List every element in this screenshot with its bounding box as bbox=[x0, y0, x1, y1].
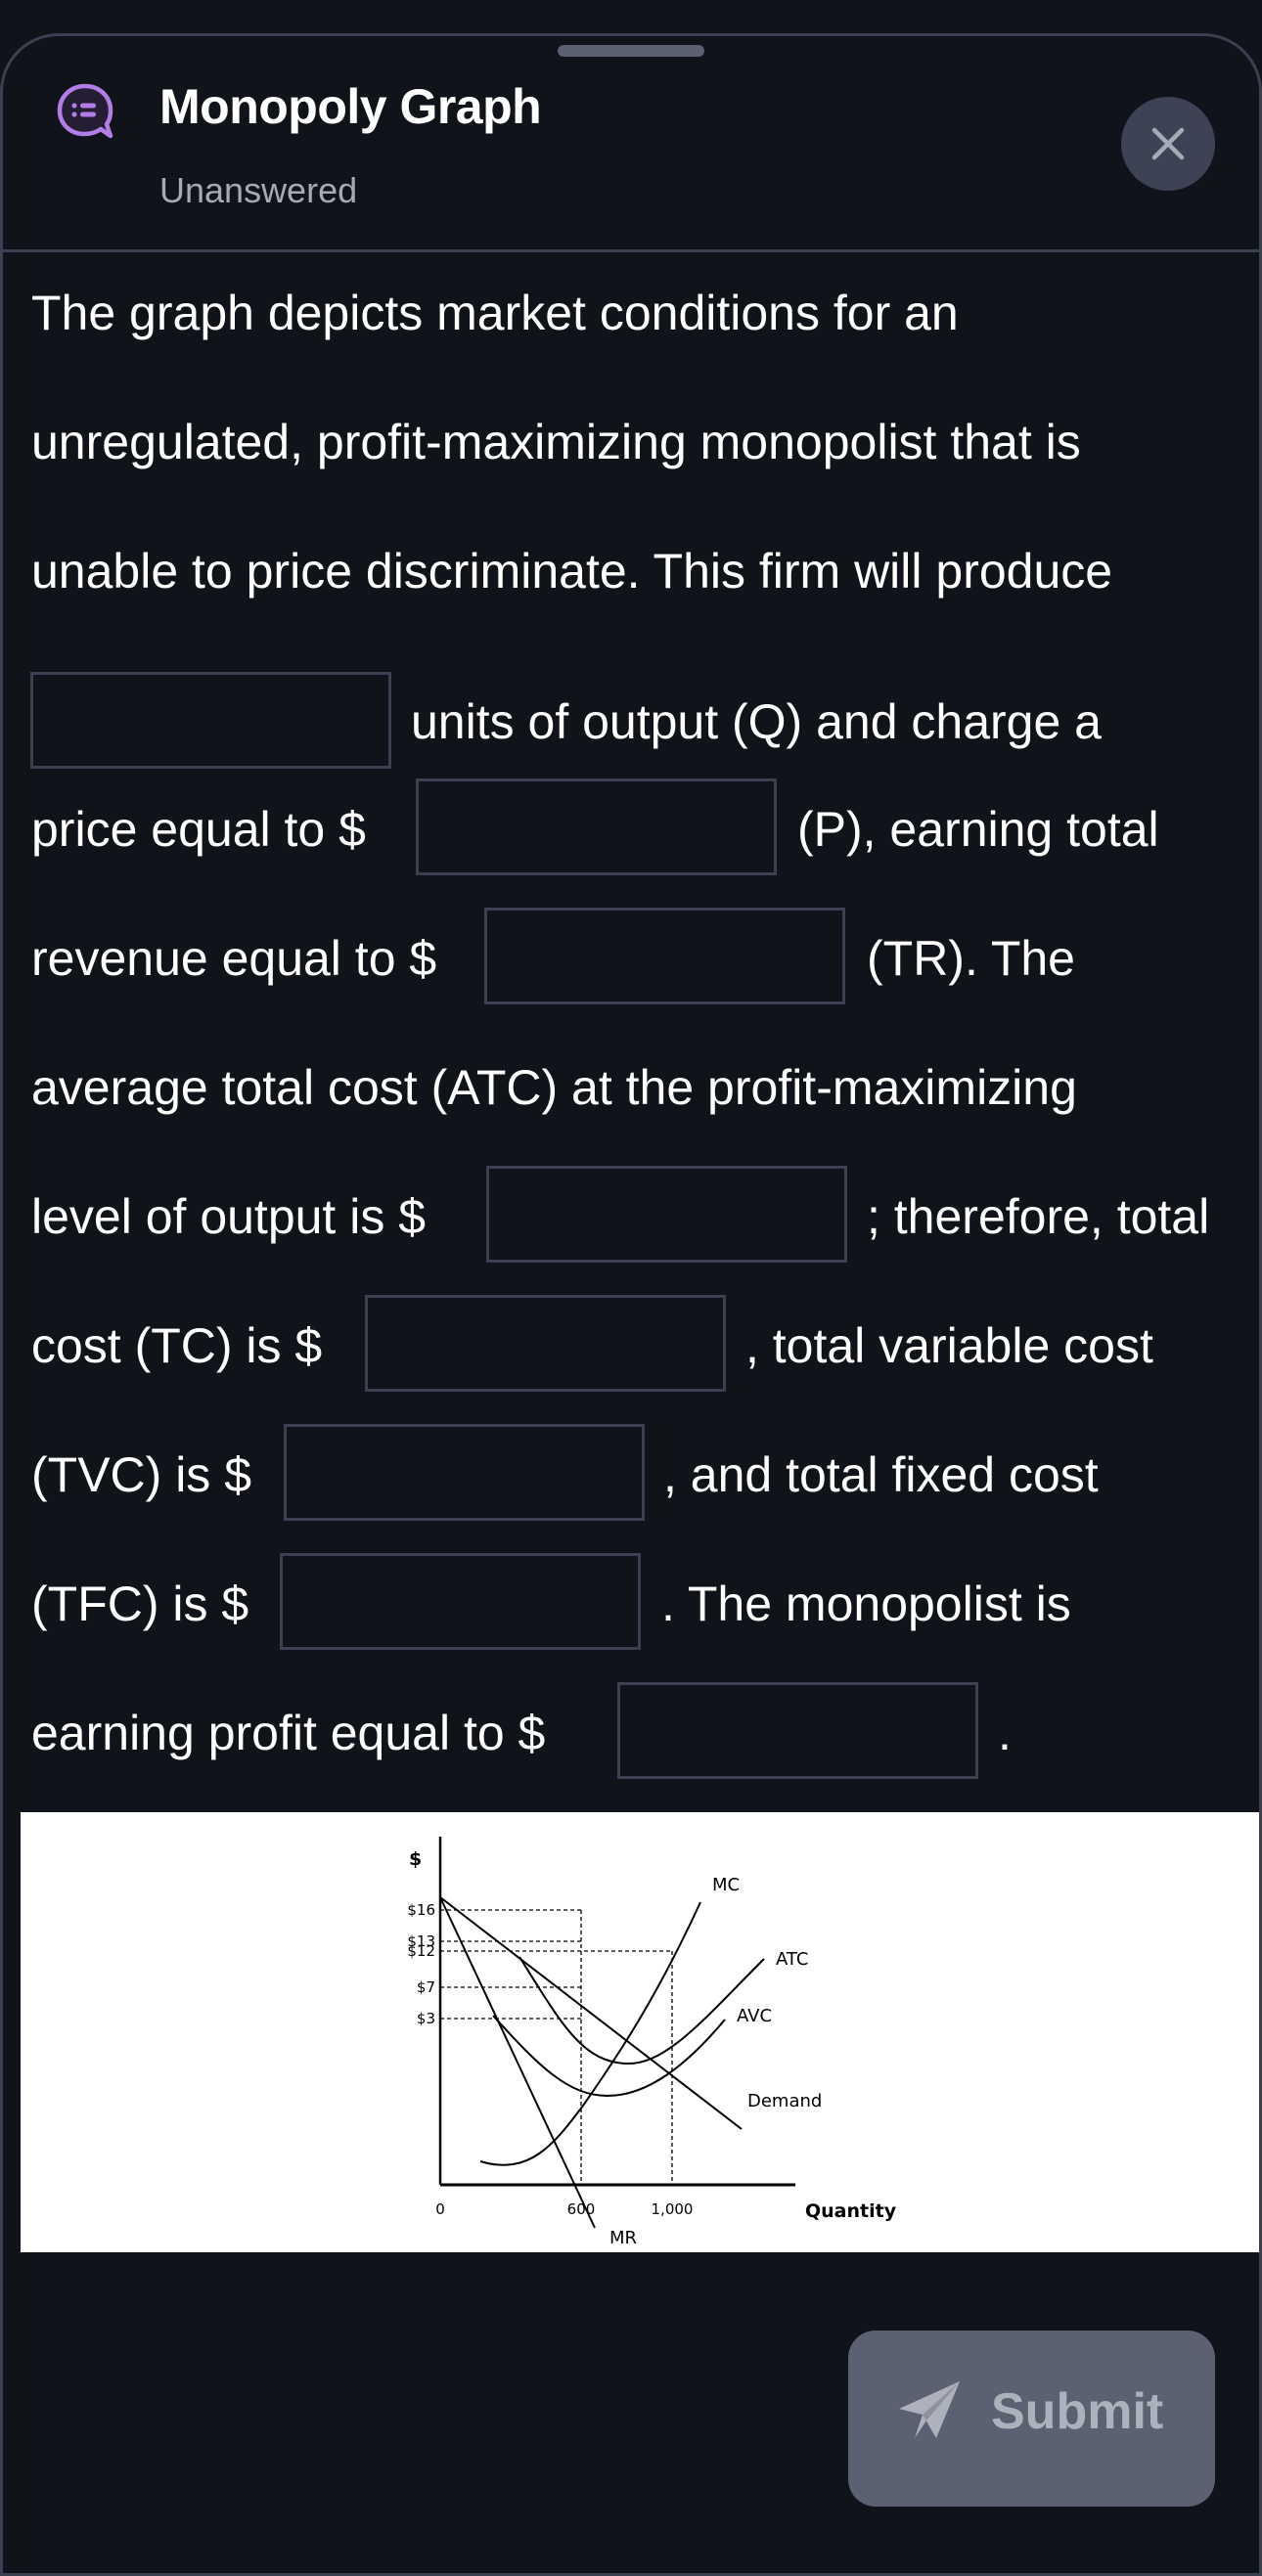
question-text-line: unable to price discriminate. This firm … bbox=[31, 544, 1113, 599]
y-tick-label: $3 bbox=[417, 2010, 435, 2027]
question-text-line: (TR). The bbox=[867, 931, 1075, 986]
mr-curve bbox=[439, 1896, 596, 2229]
close-icon bbox=[1151, 127, 1185, 160]
tvc-input[interactable] bbox=[284, 1424, 645, 1521]
y-axis-label: $ bbox=[409, 1848, 422, 1870]
tfc-input[interactable] bbox=[280, 1553, 641, 1650]
close-button[interactable] bbox=[1121, 97, 1215, 191]
question-text-line: , total variable cost bbox=[745, 1318, 1153, 1373]
monopoly-graph-svg: $ Quantity $16$13$12$7$30 600 1,000 MC ATC… bbox=[407, 1837, 897, 2248]
total-revenue-input[interactable] bbox=[484, 908, 845, 1004]
y-tick-label: $16 bbox=[407, 1901, 435, 1919]
price-input[interactable] bbox=[416, 778, 777, 875]
curve-label-avc: AVC bbox=[737, 2006, 772, 2026]
question-text-line: revenue equal to $ bbox=[31, 931, 437, 986]
question-text-line: earning profit equal to $ bbox=[31, 1706, 546, 1760]
curve-label-demand: Demand bbox=[747, 2091, 822, 2111]
mc-curve bbox=[479, 1901, 701, 2166]
total-cost-input[interactable] bbox=[365, 1295, 726, 1392]
question-text-line: , and total fixed cost bbox=[663, 1447, 1099, 1502]
question-text-line: unregulated, profit-maximizing monopolis… bbox=[31, 415, 1081, 469]
question-text-line: units of output (Q) and charge a bbox=[411, 694, 1102, 749]
drag-handle[interactable] bbox=[558, 45, 704, 57]
submit-button[interactable]: Submit bbox=[848, 2331, 1215, 2507]
question-text-line: price equal to $ bbox=[31, 802, 366, 857]
curve-label-mc: MC bbox=[712, 1875, 740, 1895]
x-tick-label: 600 bbox=[567, 2200, 596, 2218]
paper-plane-icon bbox=[899, 2381, 960, 2438]
question-text-line: average total cost (ATC) at the profit-m… bbox=[31, 1060, 1077, 1115]
question-text-line: (TVC) is $ bbox=[31, 1447, 251, 1502]
question-text-line: cost (TC) is $ bbox=[31, 1318, 323, 1373]
page-title: Monopoly Graph bbox=[159, 79, 542, 134]
atc-input[interactable] bbox=[486, 1166, 847, 1263]
submit-label: Submit bbox=[991, 2383, 1164, 2440]
curve-label-atc: ATC bbox=[776, 1949, 808, 1970]
x-axis-label: Quantity bbox=[805, 2200, 897, 2222]
x-tick-label: 1,000 bbox=[652, 2200, 694, 2218]
status-label: Unanswered bbox=[159, 170, 358, 210]
question-text-line: (P), earning total bbox=[797, 802, 1159, 857]
question-text-line: . The monopolist is bbox=[661, 1577, 1071, 1631]
curve-label-mr: MR bbox=[609, 2228, 637, 2248]
atc-curve bbox=[518, 1956, 765, 2065]
monopoly-graph: $ Quantity $16 $13 $12 $7 $3 0 600 1,000 MC ATC… bbox=[21, 1812, 1259, 2252]
y-tick-label: $7 bbox=[417, 1978, 435, 1996]
profit-input[interactable] bbox=[617, 1682, 978, 1779]
question-text-line: . bbox=[998, 1706, 1012, 1760]
question-text-line: level of output is $ bbox=[31, 1189, 427, 1244]
x-tick-label: 0 bbox=[435, 2200, 445, 2218]
question-text-line: (TFC) is $ bbox=[31, 1577, 249, 1631]
quantity-input[interactable] bbox=[30, 672, 391, 769]
y-tick-label: $12 bbox=[407, 1942, 435, 1960]
header-divider bbox=[0, 249, 1262, 252]
question-list-icon bbox=[57, 83, 113, 139]
question-text-line: ; therefore, total bbox=[867, 1189, 1210, 1244]
question-text-line: The graph depicts market conditions for … bbox=[31, 286, 959, 340]
